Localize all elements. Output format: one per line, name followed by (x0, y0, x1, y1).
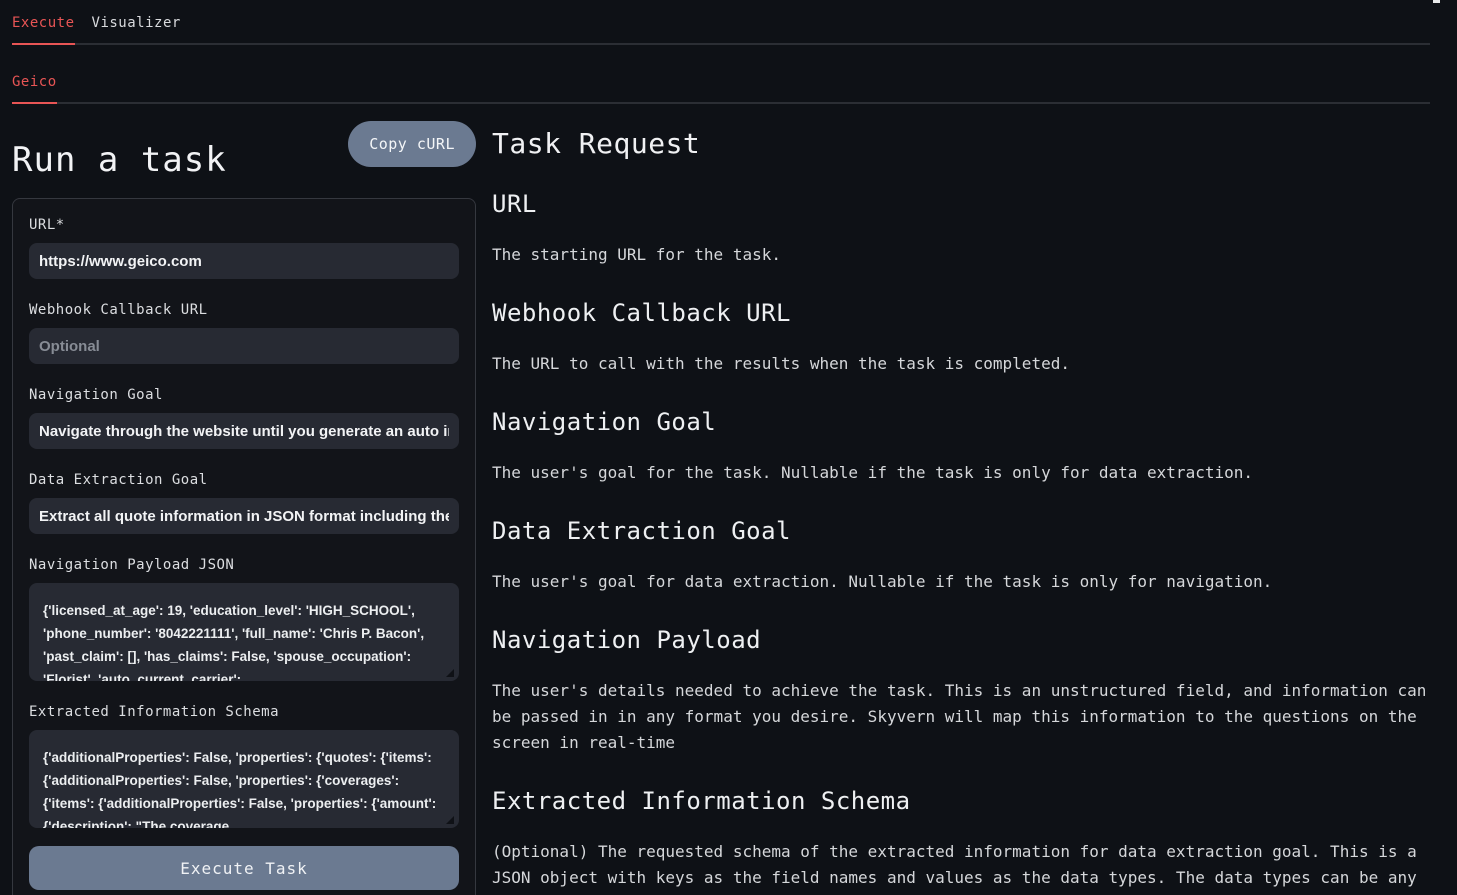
doc-heading-navigation-goal: Navigation Goal (492, 410, 1432, 434)
tab-geico[interactable]: Geico (12, 45, 57, 102)
doc-desc-extracted-information-schema: (Optional) The requested schema of the e… (492, 839, 1432, 895)
webhook-callback-url-label: Webhook Callback URL (29, 302, 459, 318)
navigation-goal-input[interactable] (29, 413, 459, 449)
navigation-payload-wrap: {'licensed_at_age': 19, 'education_level… (29, 583, 459, 681)
doc-heading-extracted-information-schema: Extracted Information Schema (492, 789, 1432, 813)
task-request-title: Task Request (492, 129, 1432, 159)
url-label: URL* (29, 217, 459, 233)
data-extraction-goal-label: Data Extraction Goal (29, 472, 459, 488)
doc-desc-url: The starting URL for the task. (492, 242, 1432, 268)
doc-heading-url: URL (492, 192, 1432, 216)
tab-visualizer[interactable]: Visualizer (92, 0, 181, 43)
main-tabbar: Execute Visualizer (12, 0, 1430, 45)
page-title: Run a task (12, 139, 227, 181)
task-request-docs-panel: Task Request URL The starting URL for th… (492, 104, 1432, 895)
doc-heading-webhook-callback-url: Webhook Callback URL (492, 301, 1432, 325)
doc-desc-navigation-payload: The user's details needed to achieve the… (492, 678, 1432, 756)
url-input[interactable] (29, 243, 459, 279)
extracted-schema-wrap: {'additionalProperties': False, 'propert… (29, 730, 459, 828)
data-extraction-goal-input[interactable] (29, 498, 459, 534)
doc-desc-data-extraction-goal: The user's goal for data extraction. Nul… (492, 569, 1432, 595)
extracted-information-schema-label: Extracted Information Schema (29, 704, 459, 720)
extracted-information-schema-textarea[interactable]: {'additionalProperties': False, 'propert… (29, 730, 459, 828)
task-form-card: URL* Webhook Callback URL Navigation Goa… (12, 198, 476, 895)
doc-desc-webhook-callback-url: The URL to call with the results when th… (492, 351, 1432, 377)
doc-heading-data-extraction-goal: Data Extraction Goal (492, 519, 1432, 543)
main-content: Run a task Copy cURL URL* Webhook Callba… (0, 104, 1457, 895)
resize-grip-icon[interactable] (446, 816, 454, 824)
navigation-goal-label: Navigation Goal (29, 387, 459, 403)
doc-heading-navigation-payload: Navigation Payload (492, 628, 1432, 652)
page: Execute Visualizer Geico Run a task Copy… (0, 0, 1457, 895)
run-task-panel: Run a task Copy cURL URL* Webhook Callba… (12, 104, 476, 895)
webhook-callback-url-input[interactable] (29, 328, 459, 364)
scrollbar-thumb[interactable] (1433, 0, 1440, 3)
sub-tabbar: Geico (12, 45, 1430, 104)
navigation-payload-json-textarea[interactable]: {'licensed_at_age': 19, 'education_level… (29, 583, 459, 681)
navigation-payload-json-label: Navigation Payload JSON (29, 557, 459, 573)
run-task-header: Run a task Copy cURL (12, 121, 476, 181)
resize-grip-icon[interactable] (446, 669, 454, 677)
tab-execute[interactable]: Execute (12, 0, 75, 43)
doc-desc-navigation-goal: The user's goal for the task. Nullable i… (492, 460, 1432, 486)
execute-task-button[interactable]: Execute Task (29, 846, 459, 890)
copy-curl-button[interactable]: Copy cURL (348, 121, 476, 167)
